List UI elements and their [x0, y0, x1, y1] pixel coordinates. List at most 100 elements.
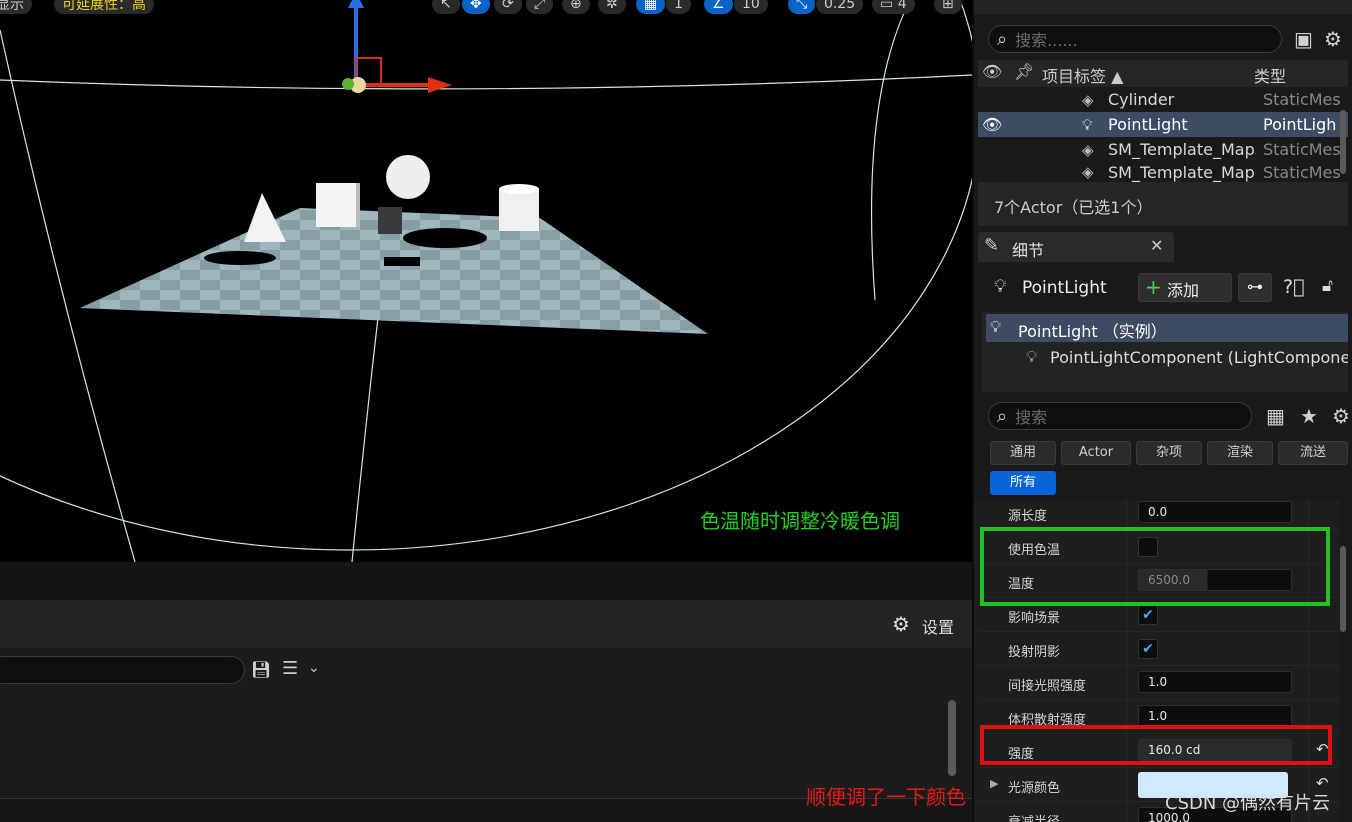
static-mesh-icon: ◈: [1082, 140, 1094, 159]
settings-label[interactable]: 设置: [922, 614, 954, 638]
filter-tab-label: Actor: [1078, 445, 1114, 460]
component-instance-row[interactable]: 💡︎ PointLight （实例）: [986, 314, 1348, 342]
annotation-color-temp: 色温随时调整冷暖色调: [700, 509, 900, 533]
scale-snap-value[interactable]: 0.25: [816, 0, 864, 14]
instance-label: PointLight （实例）: [1018, 322, 1167, 341]
translate-mode-icon[interactable]: ✥: [462, 0, 490, 14]
filter-tab-actor[interactable]: Actor: [1061, 441, 1131, 465]
filter-tab-label: 通用: [1009, 445, 1036, 460]
details-scrollbar[interactable]: [1340, 546, 1346, 632]
prop-indirect-intensity: 间接光照强度 1.0: [978, 666, 1340, 700]
log-scrollbar[interactable]: [948, 700, 956, 776]
row-type: StaticMes: [1263, 140, 1341, 159]
outliner-scrollbar[interactable]: [1340, 110, 1346, 174]
prop-checkbox[interactable]: ✔: [1138, 639, 1158, 659]
help-icon[interactable]: ?⃝: [1283, 276, 1305, 298]
surface-snap-icon[interactable]: ✲: [598, 0, 626, 14]
outliner-row[interactable]: ◈ SM_Template_Map StaticMes: [978, 162, 1348, 182]
prop-checkbox[interactable]: ✔: [1138, 605, 1158, 625]
filter-tab-streaming[interactable]: 流送: [1278, 441, 1348, 465]
grid-snap-text: 1: [674, 0, 683, 12]
eye-icon[interactable]: 👁︎: [982, 62, 1002, 81]
col-label-header[interactable]: 项目标签 ▲: [1042, 63, 1123, 87]
scalability-button[interactable]: 可延展性：高: [54, 0, 154, 14]
star-icon[interactable]: ★: [1300, 404, 1318, 428]
light-bulb-icon: 💡︎: [990, 317, 1002, 336]
outliner-row[interactable]: ◈ SM_Template_Map StaticMes: [978, 137, 1348, 162]
highlight-green-box: [980, 527, 1330, 606]
static-mesh-icon: ◈: [1082, 90, 1094, 109]
output-toolbar: ⚙ 设置: [0, 600, 972, 648]
details-search-placeholder: 搜索: [1015, 408, 1048, 427]
lock-icon[interactable]: 🔓︎: [1322, 276, 1333, 296]
camera-speed-button[interactable]: ▭ 4: [872, 0, 915, 14]
outliner-header: 👁︎ 📌︎ 项目标签 ▲ 类型: [978, 60, 1348, 87]
expand-arrow-icon[interactable]: ▶: [990, 777, 998, 790]
component-row[interactable]: 💡︎ PointLightComponent (LightCompone: [986, 344, 1348, 372]
chevron-down-icon[interactable]: ⌄: [308, 660, 320, 676]
show-label: 显示: [0, 0, 24, 13]
outliner-search-placeholder: 搜索......: [1015, 31, 1078, 50]
show-menu-button[interactable]: 显示: [0, 0, 32, 14]
table-view-icon[interactable]: ▦: [1266, 404, 1285, 428]
row-name: Cylinder: [1108, 90, 1175, 109]
prop-value-input[interactable]: 0.0: [1138, 501, 1292, 523]
prop-label: 影响场景: [1008, 611, 1061, 626]
light-bulb-icon: 💡︎: [1026, 347, 1038, 366]
row-type: StaticMes: [1263, 162, 1341, 182]
gear-icon[interactable]: ⚙: [1324, 27, 1342, 51]
actor-name-field[interactable]: PointLight: [1022, 278, 1107, 298]
filter-icon[interactable]: ☰: [282, 658, 298, 679]
rotation-snap-icon[interactable]: ∠: [704, 0, 733, 14]
outliner-search-input[interactable]: ⌕ 搜索......: [988, 25, 1282, 53]
filter-tab-label: 杂项: [1155, 445, 1182, 460]
outliner-row-selected[interactable]: 👁︎ 💡︎ PointLight PointLigh: [978, 112, 1348, 137]
scalability-label: 可延展性：高: [62, 0, 146, 13]
scale-mode-icon[interactable]: ⤢: [526, 0, 554, 14]
camera-speed-text: 4: [897, 0, 907, 12]
rotation-snap-value[interactable]: 10: [734, 0, 768, 14]
rotate-mode-icon[interactable]: ⟳: [494, 0, 522, 14]
eye-icon[interactable]: 👁︎: [982, 115, 1002, 134]
add-component-button[interactable]: + 添加: [1138, 273, 1232, 302]
outliner-status-text: 7个Actor（已选1个）: [994, 198, 1153, 217]
select-mode-icon[interactable]: ↖: [432, 0, 460, 14]
scale-snap-icon[interactable]: ⤡: [788, 0, 816, 14]
log-search-input[interactable]: [0, 656, 245, 684]
gear-icon[interactable]: ⚙: [1332, 404, 1350, 428]
prop-label: 源长度: [1008, 509, 1048, 524]
prop-value-input[interactable]: 1.0: [1138, 671, 1292, 693]
blueprint-icon[interactable]: ⊶: [1238, 273, 1272, 302]
prop-cast-shadows: 投射阴影 ✔: [978, 632, 1340, 666]
filter-tab-misc[interactable]: 杂项: [1136, 441, 1202, 465]
search-icon: ⌕: [997, 28, 1008, 50]
prop-value-input[interactable]: 1.0: [1138, 705, 1292, 727]
save-icon[interactable]: 💾︎: [251, 660, 271, 679]
filter-tab-general[interactable]: 通用: [990, 441, 1056, 465]
add-folder-icon[interactable]: ▣: [1294, 27, 1313, 51]
outliner-row[interactable]: ◈ Cylinder StaticMes: [978, 87, 1348, 112]
pin-icon[interactable]: 📌︎: [1014, 62, 1034, 81]
pencil-icon: ✎: [984, 235, 1000, 256]
close-icon[interactable]: ✕: [1150, 236, 1163, 255]
level-viewport[interactable]: 显示 可延展性：高 ↖ ✥ ⟳ ⤢ ⊕ ✲ ▦ 1 ∠ 10 ⤡ 0.25 ▭ …: [0, 0, 972, 562]
details-search-input[interactable]: ⌕ 搜索: [988, 402, 1252, 430]
details-tab-label: 细节: [1012, 241, 1045, 260]
outliner-tab[interactable]: [974, 0, 1352, 14]
plus-icon: +: [1145, 275, 1162, 299]
light-bulb-icon: 💡︎: [994, 276, 1007, 297]
world-local-icon[interactable]: ⊕: [562, 0, 590, 14]
details-tab[interactable]: ✎ 细节 ✕: [978, 232, 1174, 262]
grid-snap-icon[interactable]: ▦: [636, 0, 666, 14]
col-type-header[interactable]: 类型: [1254, 63, 1286, 87]
row-type: StaticMes: [1263, 90, 1341, 109]
gear-icon[interactable]: ⚙: [892, 612, 910, 636]
filter-tab-all[interactable]: 所有: [990, 471, 1056, 495]
row-name: PointLight: [1108, 115, 1188, 134]
scale-snap-text: 0.25: [824, 0, 856, 12]
static-mesh-icon: ◈: [1082, 163, 1094, 181]
prop-label: 投射阴影: [1008, 645, 1061, 660]
viewport-layout-icon[interactable]: ⊞: [934, 0, 962, 14]
filter-tab-rendering[interactable]: 渲染: [1207, 441, 1273, 465]
outliner-status-bar: 7个Actor（已选1个）: [978, 182, 1348, 226]
